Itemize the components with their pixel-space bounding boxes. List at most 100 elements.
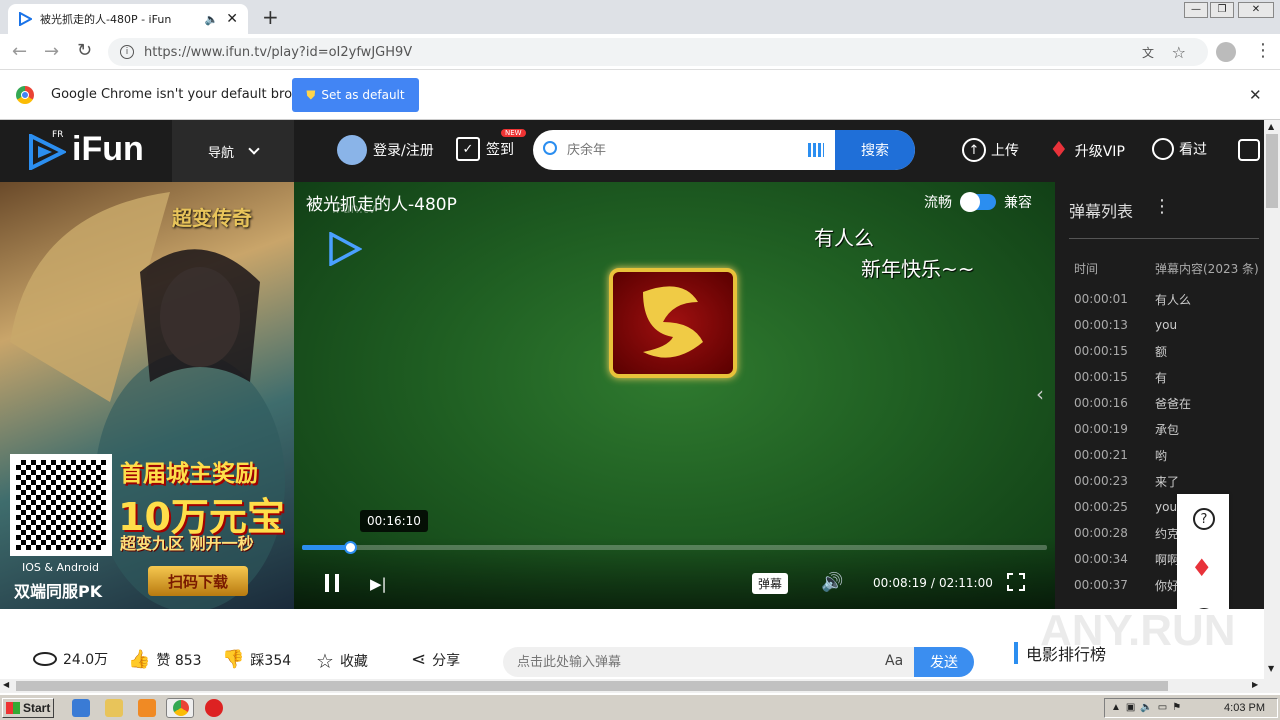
horizontal-scrollbar[interactable]: ◀ ▶ <box>0 679 1280 693</box>
more-options-icon[interactable]: ⋮ <box>1153 196 1171 217</box>
restore-button[interactable]: ❐ <box>1210 2 1234 18</box>
user-avatar-icon <box>337 135 367 165</box>
set-default-button[interactable]: ⛊ Set as default <box>292 78 419 112</box>
like-button[interactable]: 👍 赞 853 <box>128 649 202 670</box>
message-icon[interactable] <box>1238 139 1260 161</box>
profile-avatar-icon[interactable] <box>1216 42 1236 62</box>
search-input[interactable] <box>567 138 787 162</box>
checkin-link[interactable]: ✓ 签到 <box>456 137 514 161</box>
media-player-icon[interactable] <box>138 699 156 717</box>
share-button[interactable]: ⋖ 分享 <box>411 649 460 670</box>
danmaku-row-time: 00:00:28 <box>1074 526 1128 540</box>
back-icon[interactable]: ← <box>12 41 27 62</box>
set-default-label: Set as default <box>321 88 405 102</box>
next-icon[interactable]: ▶| <box>370 575 387 593</box>
danmaku-row-time: 00:00:34 <box>1074 552 1128 566</box>
pause-icon[interactable] <box>325 574 339 592</box>
video-player[interactable]: 被光抓走的人-480P iFun.tv 流畅 兼容 有人么 新年快乐~~ ‹ 0… <box>294 182 1055 609</box>
windows-logo-icon <box>6 702 20 714</box>
stop-app-icon[interactable] <box>205 699 223 717</box>
start-label: Start <box>23 701 51 715</box>
tab-close-icon[interactable]: ✕ <box>226 11 238 27</box>
danmaku-row-time: 00:00:16 <box>1074 396 1128 410</box>
vertical-scroll-thumb[interactable] <box>1266 134 1278 208</box>
ad-qr-code <box>10 454 112 556</box>
ranking-accent-bar <box>1014 642 1018 664</box>
danmaku-list-row[interactable]: 00:00:15 有 <box>1074 364 1254 390</box>
infobar-text: Google Chrome isn't your default browser <box>51 87 323 102</box>
reload-icon[interactable]: ↻ <box>77 40 92 61</box>
danmaku-list-row[interactable]: 00:00:01 有人么 <box>1074 286 1254 312</box>
login-link[interactable]: 登录/注册 <box>337 135 434 165</box>
nav-dropdown[interactable]: 导航 <box>172 120 294 182</box>
browser-tab[interactable]: 被光抓走的人-480P - iFun 🔈 ✕ <box>8 4 248 34</box>
site-logo[interactable]: FR iFun <box>0 120 172 182</box>
translate-icon[interactable]: 文 <box>1142 44 1154 61</box>
favorite-button[interactable]: ☆ 收藏 <box>316 649 368 673</box>
danmaku-list-row[interactable]: 00:00:15 额 <box>1074 338 1254 364</box>
ad-download-button[interactable]: 扫码下载 <box>148 566 248 596</box>
danmaku-row-content: you <box>1155 500 1178 514</box>
danmaku-list-row[interactable]: 00:00:19 承包 <box>1074 416 1254 442</box>
upload-icon: ↑ <box>962 138 986 162</box>
vip-float-icon[interactable]: ♦ <box>1191 554 1213 582</box>
scroll-up-icon[interactable]: ▲ <box>1268 122 1274 131</box>
volume-icon[interactable]: 🔊 <box>821 572 843 593</box>
danmaku-list-row[interactable]: 00:00:13 you <box>1074 312 1254 338</box>
tray-icons[interactable]: ▲▣🔈▭⚑ <box>1111 702 1186 713</box>
clock-icon <box>1152 138 1174 160</box>
send-danmaku-button[interactable]: 发送 <box>914 647 974 677</box>
vertical-scrollbar[interactable]: ▲ ▼ <box>1264 120 1280 679</box>
danmaku-input[interactable] <box>517 652 847 672</box>
dislike-button[interactable]: 👎 踩354 <box>222 649 291 670</box>
upload-link[interactable]: ↑ 上传 <box>962 138 1019 162</box>
progress-track[interactable] <box>302 541 1047 554</box>
infobar-close-icon[interactable]: ✕ <box>1249 86 1262 104</box>
folder-icon[interactable] <box>105 699 123 717</box>
danmaku-list-row[interactable]: 00:00:23 来了 <box>1074 468 1254 494</box>
ie-icon[interactable] <box>72 699 90 717</box>
font-style-button[interactable]: Aa <box>885 653 903 669</box>
dragon-icon <box>643 286 703 358</box>
help-icon[interactable]: ? <box>1193 508 1215 530</box>
ad-banner[interactable]: 超变传奇 首届城主奖励 10万元宝 超变九区 刚开一秒 IOS & Androi… <box>0 182 294 609</box>
chrome-menu-icon[interactable]: ⋮ <box>1254 40 1272 61</box>
dragon-emblem <box>609 268 737 378</box>
danmaku-list-row[interactable]: 00:00:16 爸爸在 <box>1074 390 1254 416</box>
danmaku-row-content: 啊啊 <box>1155 552 1180 567</box>
new-tab-button[interactable]: + <box>262 5 279 29</box>
start-button[interactable]: Start <box>2 698 54 718</box>
bookmark-star-icon[interactable]: ☆ <box>1172 43 1186 62</box>
scroll-down-icon[interactable]: ▼ <box>1268 664 1274 673</box>
close-window-button[interactable]: ✕ <box>1238 2 1274 18</box>
tab-audio-icon[interactable]: 🔈 <box>205 13 219 26</box>
fullscreen-icon[interactable] <box>1007 573 1025 591</box>
vip-link[interactable]: ♦ 升级VIP <box>1049 138 1125 163</box>
danmaku-row-time: 00:00:15 <box>1074 370 1128 384</box>
danmaku-row-time: 00:00:13 <box>1074 318 1128 332</box>
likes-count: 赞 853 <box>156 652 202 669</box>
info-icon[interactable]: i <box>120 45 134 59</box>
scroll-left-icon[interactable]: ◀ <box>3 680 9 689</box>
ad-game-title: 超变传奇 <box>172 206 252 230</box>
mode-toggle[interactable] <box>960 192 996 212</box>
address-bar[interactable]: i https://www.ifun.tv/play?id=oI2yfwJGH9… <box>108 38 1208 66</box>
danmaku-row-content: 约克 <box>1155 526 1180 541</box>
search-button[interactable]: 搜索 <box>835 130 915 170</box>
danmaku-toggle-button[interactable]: 弹幕 <box>752 573 789 594</box>
time-separator: / <box>930 576 935 590</box>
panel-divider <box>1069 238 1259 239</box>
search-icon <box>543 141 557 155</box>
search-box: 搜索 <box>533 130 915 170</box>
voice-bars-icon[interactable] <box>808 143 824 157</box>
danmaku-list-row[interactable]: 00:00:21 哟 <box>1074 442 1254 468</box>
history-link[interactable]: 看过 <box>1152 138 1207 160</box>
minimize-button[interactable]: — <box>1184 2 1208 18</box>
danmaku-comment-2: 新年快乐~~ <box>861 257 975 281</box>
horizontal-scroll-thumb[interactable] <box>16 681 1168 691</box>
vip-label: 升级VIP <box>1074 143 1125 160</box>
forward-icon[interactable]: → <box>44 41 59 62</box>
scroll-right-icon[interactable]: ▶ <box>1252 680 1258 689</box>
sidebar-expand-icon[interactable]: ‹ <box>1036 382 1044 406</box>
thumbs-down-icon: 👎 <box>222 649 245 670</box>
